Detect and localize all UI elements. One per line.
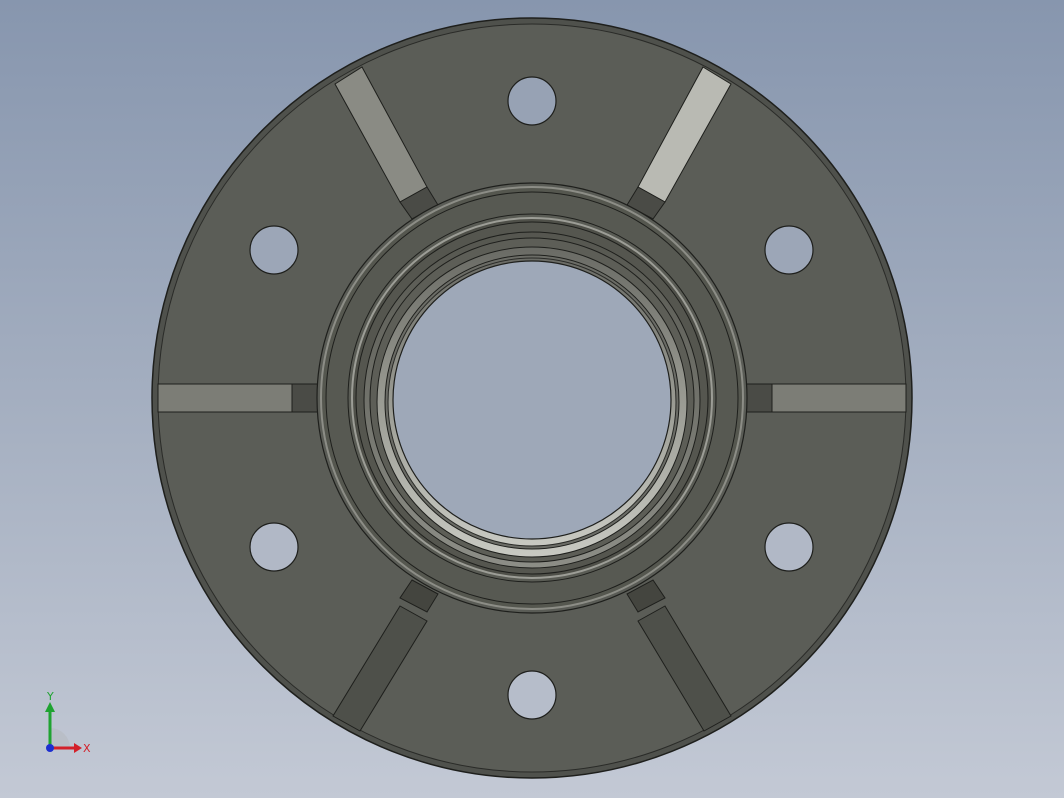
model-view[interactable]: [0, 0, 1064, 798]
rib-right: [771, 383, 907, 413]
z-axis-dot: [46, 744, 54, 752]
y-axis-label: Y: [46, 690, 54, 703]
coordinate-triad: Y X: [45, 690, 91, 755]
rib-left-root: [291, 383, 319, 413]
y-axis-arrowhead: [45, 702, 55, 712]
bolt-hole-top: [507, 76, 557, 126]
triad-plane: [50, 728, 70, 748]
bolt-hole-bottom: [507, 670, 557, 720]
rib-right-root: [745, 383, 773, 413]
graphics-viewport[interactable]: Y X: [0, 0, 1064, 798]
bolt-hole-upper-right: [764, 225, 814, 275]
center-bore: [392, 260, 672, 540]
x-axis-label: X: [83, 742, 91, 755]
rib-left: [157, 383, 293, 413]
bolt-hole-upper-left: [249, 225, 299, 275]
bolt-hole-lower-left: [249, 522, 299, 572]
bolt-hole-lower-right: [764, 522, 814, 572]
x-axis-arrowhead: [74, 743, 82, 753]
